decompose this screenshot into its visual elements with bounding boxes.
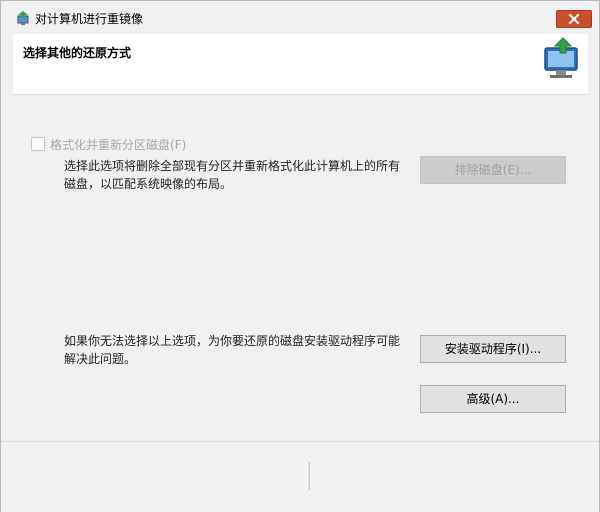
header-panel: 选择其他的还原方式 xyxy=(13,34,588,95)
app-icon xyxy=(15,10,31,26)
close-button[interactable] xyxy=(556,10,592,28)
dialog-window: 对计算机进行重镜像 选择其他的还原方式 格式化并重新分区磁盘(F) 选择此选项将… xyxy=(0,0,600,512)
title-bar[interactable]: 对计算机进行重镜像 xyxy=(1,1,599,33)
footer-bar xyxy=(1,441,599,512)
install-driver-button[interactable]: 安装驱动程序(I)... xyxy=(420,335,566,363)
window-title: 对计算机进行重镜像 xyxy=(35,12,144,26)
format-checkbox[interactable] xyxy=(31,137,45,151)
format-checkbox-label: 格式化并重新分区磁盘(F) xyxy=(50,138,187,152)
format-description: 选择此选项将删除全部现有分区并重新格式化此计算机上的所有磁盘，以匹配系统映像的布… xyxy=(64,159,401,191)
exclude-disks-button[interactable]: 排除磁盘(E)... xyxy=(420,156,566,184)
computer-restore-icon xyxy=(539,36,583,82)
driver-description: 如果你无法选择以上选项，为你要还原的磁盘安装驱动程序可能解决此问题。 xyxy=(64,334,401,366)
page-title: 选择其他的还原方式 xyxy=(23,46,132,60)
footer-divider xyxy=(307,462,310,490)
advanced-button[interactable]: 高级(A)... xyxy=(420,385,566,413)
close-icon xyxy=(568,14,580,24)
